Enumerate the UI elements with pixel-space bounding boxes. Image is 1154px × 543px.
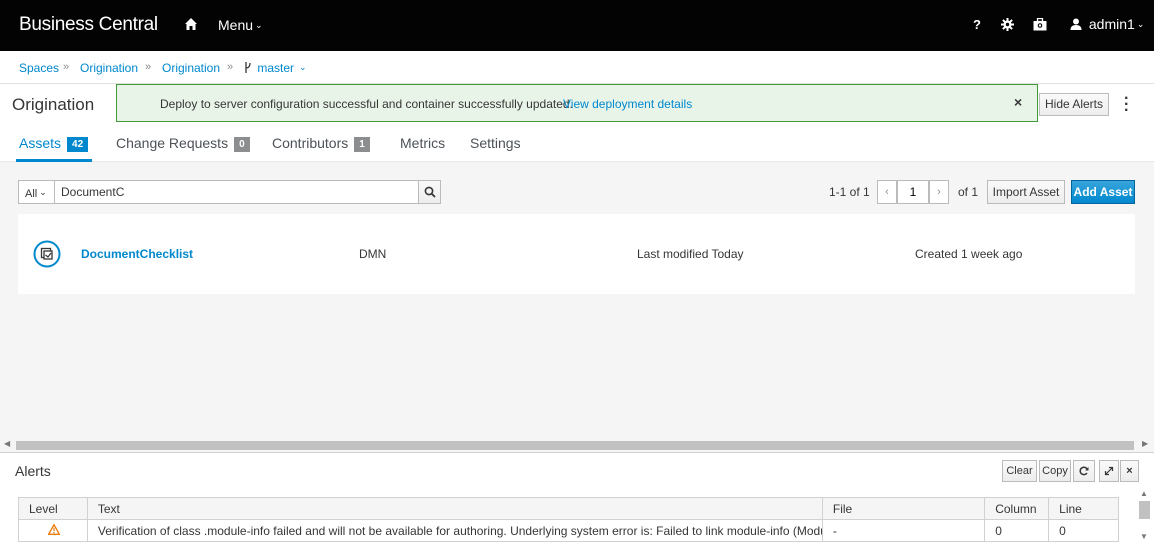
alert-text-cell: Verification of class .module-info faile…: [86, 519, 823, 542]
gear-icon[interactable]: [1001, 18, 1014, 31]
tab-label: Change Requests: [116, 135, 229, 151]
breadcrumb-project[interactable]: Origination: [162, 61, 220, 75]
search-icon: [424, 186, 436, 198]
breadcrumb-separator: »: [145, 61, 152, 73]
alert-level-cell: [18, 519, 88, 542]
next-page-button[interactable]: ›: [929, 180, 949, 204]
change-requests-count-badge: 0: [234, 137, 250, 152]
column-header-line[interactable]: Line: [1048, 497, 1119, 520]
scroll-up-icon[interactable]: ▲: [1140, 489, 1148, 498]
page-title: Origination: [12, 95, 95, 114]
breadcrumb: Spaces » Origination » Origination » mas…: [0, 51, 1154, 84]
user-icon: [1070, 18, 1082, 30]
view-deployment-details-link[interactable]: View deployment details: [563, 97, 692, 111]
pagination-range: 1-1 of 1: [829, 185, 870, 199]
breadcrumb-spaces[interactable]: Spaces: [19, 61, 59, 75]
column-header-file[interactable]: File: [821, 497, 986, 520]
warning-icon: [47, 522, 61, 535]
tab-metrics[interactable]: Metrics: [400, 135, 445, 151]
column-header-level[interactable]: Level: [18, 497, 88, 520]
import-asset-button[interactable]: Import Asset: [987, 180, 1065, 204]
alerts-panel: Alerts Clear Copy × Level Text File Colu…: [0, 452, 1154, 543]
expand-icon: [1104, 466, 1114, 476]
scroll-left-icon[interactable]: ◀: [4, 439, 10, 448]
notification-message: Deploy to server configuration successfu…: [160, 97, 573, 111]
chevron-down-icon: ⌄: [299, 62, 307, 72]
asset-type: DMN: [359, 247, 387, 261]
refresh-button[interactable]: [1073, 460, 1095, 482]
list-item[interactable]: DocumentChecklist DMN Last modified Toda…: [18, 214, 1135, 294]
chevron-down-icon: ⌄: [1136, 19, 1145, 29]
clear-button[interactable]: Clear: [1002, 460, 1037, 482]
user-menu[interactable]: admin1 ⌄: [1070, 16, 1144, 32]
branch-selector[interactable]: master ⌄: [244, 61, 307, 75]
kebab-icon[interactable]: · · ·: [1124, 91, 1129, 119]
alert-line-cell: 0: [1048, 519, 1119, 542]
vertical-scrollbar[interactable]: ▲ ▼: [1137, 489, 1151, 543]
project-tabs: Assets 42 Change Requests 0 Contributors 1 …: [0, 126, 1154, 162]
tab-assets[interactable]: Assets 42: [19, 135, 89, 152]
contributors-count-badge: 1: [354, 137, 370, 152]
scroll-right-icon[interactable]: ▶: [1142, 439, 1148, 448]
breadcrumb-separator: »: [227, 61, 234, 73]
copy-button[interactable]: Copy: [1039, 460, 1071, 482]
menu-dropdown[interactable]: Menu ⌄: [218, 17, 263, 33]
asset-name-link[interactable]: DocumentChecklist: [81, 247, 193, 261]
home-icon[interactable]: [184, 17, 198, 31]
expand-button[interactable]: [1099, 460, 1119, 482]
horizontal-scrollbar[interactable]: ◀ ▶: [0, 439, 1154, 452]
user-name: admin1: [1088, 16, 1135, 32]
tab-contributors[interactable]: Contributors 1: [272, 135, 370, 152]
tab-change-requests[interactable]: Change Requests 0: [116, 135, 250, 152]
table-header-row: Level Text File Column Line: [18, 497, 1119, 520]
scrollbar-thumb[interactable]: [1139, 501, 1150, 519]
success-notification: Deploy to server configuration successfu…: [116, 84, 1038, 122]
briefcase-icon[interactable]: [1033, 18, 1047, 31]
search-button[interactable]: [418, 180, 441, 204]
menu-label: Menu: [218, 17, 254, 33]
close-icon[interactable]: ×: [1120, 460, 1139, 482]
branch-name: master: [257, 61, 295, 75]
breadcrumb-separator: »: [63, 61, 70, 73]
alert-file-cell: -: [821, 519, 986, 542]
filter-label: All: [25, 188, 38, 200]
alerts-table: Level Text File Column Line Verification…: [18, 497, 1119, 542]
previous-page-button[interactable]: ‹: [877, 180, 897, 204]
column-header-column[interactable]: Column: [984, 497, 1050, 520]
scroll-down-icon[interactable]: ▼: [1140, 532, 1148, 541]
assets-toolbar: All⌄ 1-1 of 1 ‹ › of 1 Import Asset Add …: [0, 162, 1154, 214]
breadcrumb-space[interactable]: Origination: [80, 61, 138, 75]
project-header: Origination Deploy to server configurati…: [0, 84, 1154, 126]
assets-count-badge: 42: [67, 137, 89, 152]
chevron-down-icon: ⌄: [39, 187, 47, 197]
asset-type-filter[interactable]: All ⌄: [18, 180, 55, 204]
asset-created: Created 1 week ago: [915, 247, 1023, 261]
close-icon[interactable]: ×: [1014, 94, 1022, 110]
alert-column-cell: 0: [984, 519, 1050, 542]
tab-settings[interactable]: Settings: [470, 135, 521, 151]
refresh-icon: [1079, 466, 1089, 476]
help-icon[interactable]: ?: [973, 17, 981, 32]
add-asset-button[interactable]: Add Asset: [1071, 180, 1135, 204]
alerts-title: Alerts: [15, 463, 51, 479]
column-header-text[interactable]: Text: [86, 497, 823, 520]
hide-alerts-button[interactable]: Hide Alerts: [1039, 93, 1109, 116]
search-input[interactable]: [54, 180, 419, 204]
page-number-input[interactable]: [897, 180, 929, 204]
branch-icon: [245, 62, 251, 73]
asset-last-modified: Last modified Today: [637, 247, 744, 261]
tab-label: Assets: [19, 135, 62, 151]
scrollbar-thumb[interactable]: [16, 441, 1134, 450]
chevron-down-icon: ⌄: [255, 20, 263, 30]
dmn-icon: [33, 240, 61, 268]
tab-label: Contributors: [272, 135, 349, 151]
page-count: of 1: [958, 185, 979, 199]
brand-logo[interactable]: Business Central: [19, 14, 158, 36]
table-row[interactable]: Verification of class .module-info faile…: [18, 519, 1119, 542]
top-navbar: Business Central Menu ⌄ ? admin1 ⌄: [0, 0, 1154, 51]
